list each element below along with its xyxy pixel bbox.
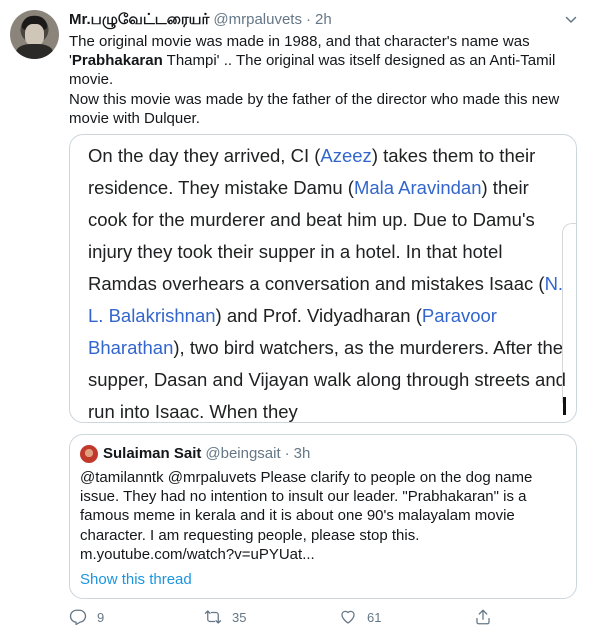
user-handle[interactable]: @mrpaluvets — [213, 11, 302, 28]
image-edge-artifact — [562, 223, 576, 403]
bold-name: Prabhakaran — [71, 52, 163, 70]
display-name[interactable]: Mr.பழுவேட்டரையர் — [69, 11, 209, 30]
tweet-text: The original movie was made in 1988, and… — [69, 33, 560, 127]
share-button[interactable] — [474, 608, 492, 626]
retweet-count: 35 — [232, 609, 247, 625]
reply-count: 9 — [97, 609, 105, 625]
retweet-icon — [204, 610, 222, 624]
reply-icon — [69, 609, 87, 626]
share-icon — [476, 609, 490, 625]
show-thread-link[interactable]: Show this thread — [80, 571, 192, 588]
retweet-button[interactable]: 35 — [204, 608, 246, 626]
wiki-screenshot-text: On the day they arrived, CI (Azeez) take… — [88, 145, 566, 422]
wiki-link-azeez: Azeez — [320, 145, 372, 166]
separator-dot: · — [305, 11, 311, 28]
quoted-text: @tamilanntk @mrpaluvets Please clarify t… — [80, 469, 533, 563]
like-count: 61 — [367, 609, 382, 625]
heart-icon — [341, 610, 355, 624]
action-bar: 9 35 61 — [69, 608, 577, 628]
separator-dot: · — [284, 445, 290, 462]
like-button[interactable]: 61 — [339, 608, 381, 626]
quoted-display-name: Sulaiman Sait — [103, 445, 202, 462]
timestamp[interactable]: 2h — [315, 11, 332, 28]
quoted-tweet[interactable]: Sulaiman Sait @beingsait · 3h @tamilannt… — [69, 434, 577, 599]
quoted-avatar — [80, 445, 98, 463]
reply-button[interactable]: 9 — [69, 608, 104, 626]
tweet-header: Mr.பழுவேட்டரையர் @mrpaluvets · 2h — [69, 11, 332, 31]
quoted-timestamp: 3h — [293, 445, 311, 462]
wiki-link-mala-aravindan: Mala Aravindan — [353, 177, 482, 198]
tweet[interactable]: Mr.பழுவேட்டரையர் @mrpaluvets · 2h The or… — [0, 0, 591, 633]
attached-image[interactable]: On the day they arrived, CI (Azeez) take… — [69, 134, 577, 423]
quoted-handle: @beingsait — [205, 445, 281, 462]
avatar[interactable] — [10, 10, 59, 59]
chevron-down-icon[interactable] — [565, 14, 577, 26]
quoted-header: Sulaiman Sait @beingsait · 3h — [103, 445, 310, 462]
text-cursor — [563, 397, 566, 415]
